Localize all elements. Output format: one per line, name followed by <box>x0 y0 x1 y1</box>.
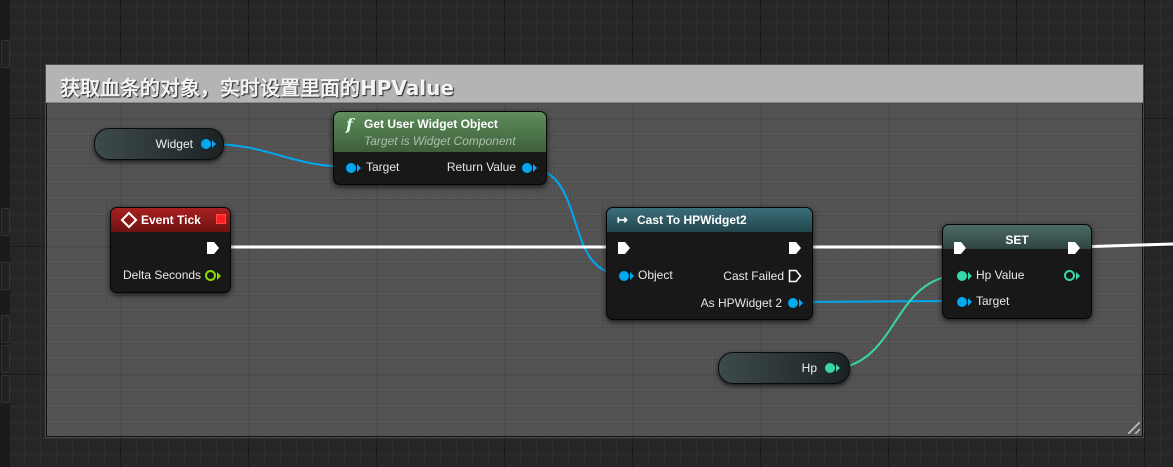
pin-arrow-icon <box>836 364 840 372</box>
node-title: Event Tick <box>141 213 201 227</box>
delta-seconds-pin-label: Delta Seconds <box>123 268 202 282</box>
exec-out-icon[interactable] <box>206 241 220 255</box>
float-pin-icon[interactable] <box>957 271 967 281</box>
set-node[interactable]: SET Hp Value Target <box>942 224 1092 319</box>
float-pin-icon[interactable] <box>825 363 835 373</box>
pin-arrow-icon <box>357 164 361 172</box>
wire-widget-to-target <box>208 143 353 168</box>
float-pin-empty-icon[interactable] <box>205 270 216 281</box>
pin-arrow-icon <box>533 164 537 172</box>
pin-arrow-icon <box>1076 272 1080 280</box>
pin-arrow-icon <box>968 272 972 280</box>
wire-as-to-target <box>792 300 963 303</box>
node-subtitle: Target is Widget Component <box>364 134 516 148</box>
cast-arrow-icon: ↦ <box>617 212 628 227</box>
node-title: Cast To HPWidget2 <box>637 213 747 227</box>
node-title: Get User Widget Object <box>364 117 498 131</box>
widget-variable-label: Widget <box>155 137 193 151</box>
event-stop-icon <box>216 214 226 224</box>
object-pin-icon[interactable] <box>346 163 356 173</box>
event-tick-node[interactable]: Event Tick Delta Seconds <box>110 207 231 293</box>
pin-arrow-icon <box>968 298 972 306</box>
pin-arrow-icon <box>217 272 221 280</box>
object-pin-icon[interactable] <box>619 271 629 281</box>
cast-to-hpwidget2-node[interactable]: ↦ Cast To HPWidget2 Object Cast Failed A… <box>606 207 813 320</box>
get-user-widget-object-node[interactable]: f Get User Widget Object Target is Widge… <box>333 111 547 185</box>
object-pin-icon[interactable] <box>522 163 532 173</box>
object-pin-icon[interactable] <box>957 297 967 307</box>
node-header[interactable]: ↦ Cast To HPWidget2 <box>607 208 812 232</box>
function-icon: f <box>346 115 353 134</box>
exec-out-icon[interactable] <box>788 241 802 255</box>
object-pin-icon[interactable] <box>201 139 211 149</box>
float-pin-empty-icon[interactable] <box>1064 270 1075 281</box>
as-hpwidget-pin-label: As HPWidget 2 <box>700 296 782 310</box>
exec-in-icon[interactable] <box>617 241 631 255</box>
hp-variable-label: Hp <box>801 361 817 375</box>
target-pin-label: Target <box>976 294 1010 308</box>
exec-out-empty-icon[interactable] <box>788 269 802 283</box>
exec-in-icon[interactable] <box>953 241 967 255</box>
widget-variable-node[interactable]: Widget <box>94 128 224 160</box>
node-header[interactable]: Event Tick <box>111 208 230 232</box>
target-pin-label: Target <box>366 160 400 174</box>
return-value-pin-label: Return Value <box>446 160 516 174</box>
cast-failed-pin-label: Cast Failed <box>723 269 784 283</box>
hp-variable-node[interactable]: Hp <box>718 352 850 384</box>
exec-out-icon[interactable] <box>1067 241 1081 255</box>
object-pin-icon[interactable] <box>788 298 798 308</box>
pin-arrow-icon <box>212 140 216 148</box>
pin-arrow-icon <box>799 299 803 307</box>
node-header[interactable]: f Get User Widget Object Target is Widge… <box>334 112 546 152</box>
object-pin-label: Object <box>638 268 673 282</box>
event-diamond-icon <box>120 211 138 229</box>
hp-value-pin-label: Hp Value <box>976 268 1025 282</box>
pin-arrow-icon <box>630 272 634 280</box>
